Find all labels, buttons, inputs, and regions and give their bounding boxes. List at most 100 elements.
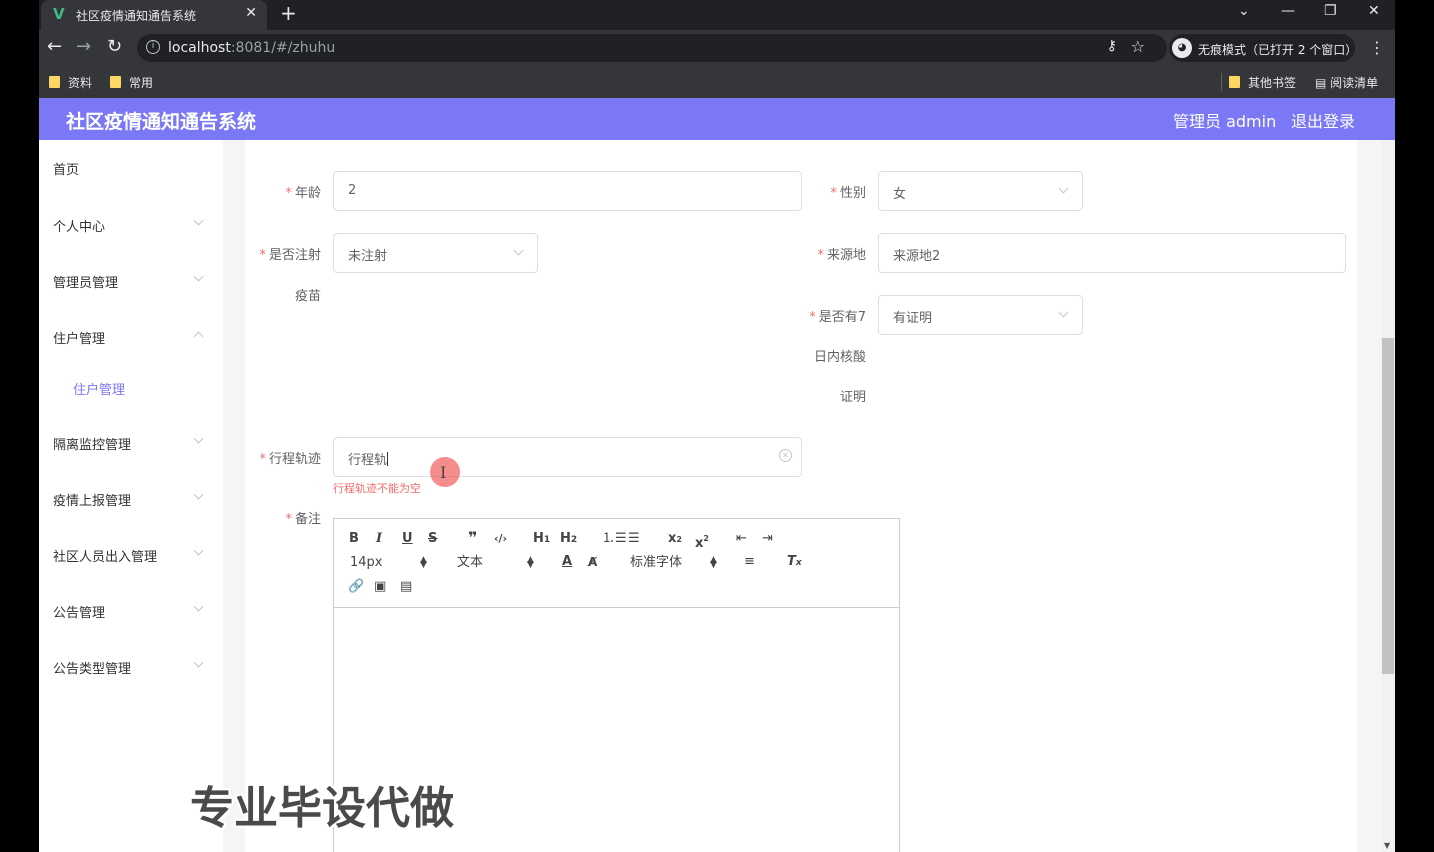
password-key-icon[interactable]: ⚷ bbox=[1107, 38, 1117, 54]
sidebar: 首页 个人中心 管理员管理 住户管理 住户管理 隔离监控管理 疫情上报管理 社区… bbox=[39, 140, 223, 852]
bookmark-star-icon[interactable]: ☆ bbox=[1131, 37, 1145, 56]
clear-format-icon[interactable]: Tx bbox=[787, 554, 802, 571]
age-label: * 年龄 bbox=[285, 186, 321, 201]
font-family-select[interactable]: 标准字体 bbox=[630, 555, 682, 571]
sidebar-item-resident-management[interactable]: 住户管理 bbox=[53, 328, 105, 347]
folder-icon bbox=[110, 76, 121, 88]
track-error-message: 行程轨迹不能为空 bbox=[333, 482, 421, 495]
vaccine-label-cont: 疫苗 bbox=[294, 289, 321, 304]
nucleic-test-select[interactable]: 有证明 bbox=[878, 295, 1083, 335]
incognito-indicator[interactable]: ◕ 无痕模式（已打开 2 个窗口） bbox=[1169, 34, 1357, 62]
app-title: 社区疫情通知通告系统 bbox=[66, 111, 257, 133]
link-icon[interactable]: 🔗 bbox=[348, 579, 364, 595]
sidebar-subitem-resident-management[interactable]: 住户管理 bbox=[73, 379, 125, 398]
sidebar-item-admin-management[interactable]: 管理员管理 bbox=[53, 272, 118, 291]
content-gutter-right bbox=[1357, 140, 1381, 852]
restore-icon[interactable]: ❐ bbox=[1324, 3, 1337, 19]
window-close-icon[interactable]: ✕ bbox=[1368, 3, 1380, 19]
app-header: 社区疫情通知通告系统 管理员 admin 退出登录 bbox=[39, 98, 1395, 140]
superscript-icon[interactable]: x2 bbox=[695, 531, 709, 552]
sidebar-item-personal-center[interactable]: 个人中心 bbox=[53, 216, 105, 235]
chevron-down-icon bbox=[1058, 307, 1069, 318]
sidebar-item-access-management[interactable]: 社区人员出入管理 bbox=[53, 546, 157, 565]
text-color-icon[interactable]: A bbox=[562, 554, 572, 570]
subscript-icon[interactable]: x2 bbox=[668, 531, 682, 548]
browser-window: V 社区疫情通知通告系统 ✕ + ⌄ — ❐ ✕ ← → ↻ i localho… bbox=[39, 0, 1395, 852]
editor-toolbar: B I U S ❞ ‹/› H1 H2 ⒈☰ ☰ x2 x2 ⇤ ⇥ 14px … bbox=[334, 519, 899, 608]
chevron-down-icon bbox=[513, 245, 524, 256]
vertical-scrollbar[interactable]: ▼ bbox=[1381, 140, 1395, 852]
select-arrows-icon: ▲ ▼ bbox=[527, 555, 534, 570]
ordered-list-icon[interactable]: ⒈☰ bbox=[602, 531, 627, 547]
sidebar-item-home[interactable]: 首页 bbox=[53, 159, 79, 178]
reading-list[interactable]: ▤ 阅读清单 bbox=[1315, 74, 1378, 91]
content-gutter bbox=[223, 140, 245, 852]
forward-icon[interactable]: → bbox=[76, 37, 91, 57]
image-icon[interactable]: ▣ bbox=[374, 579, 386, 595]
vaccine-select[interactable]: 未注射 bbox=[333, 233, 538, 273]
select-arrows-icon: ▲ ▼ bbox=[710, 555, 717, 570]
paragraph-select[interactable]: 文本 bbox=[457, 555, 483, 571]
back-icon[interactable]: ← bbox=[47, 37, 62, 57]
address-bar[interactable]: i localhost:8081/#/zhuhu ⚷ ☆ bbox=[137, 34, 1167, 62]
chevron-down-icon bbox=[193, 489, 204, 500]
background-color-icon[interactable]: A̸ bbox=[588, 554, 597, 570]
chevron-down-icon bbox=[193, 433, 204, 444]
current-user: 管理员 admin bbox=[1173, 112, 1277, 131]
vue-favicon-icon: V bbox=[53, 5, 65, 23]
sidebar-item-notice-management[interactable]: 公告管理 bbox=[53, 602, 105, 621]
chevron-up-icon bbox=[193, 331, 204, 342]
bold-icon[interactable]: B bbox=[349, 531, 359, 547]
folder-icon bbox=[1229, 76, 1240, 88]
gender-select[interactable]: 女 bbox=[878, 171, 1083, 211]
remark-label: * 备注 bbox=[285, 512, 321, 527]
chevron-down-icon bbox=[193, 215, 204, 226]
sidebar-item-isolation-monitoring[interactable]: 隔离监控管理 bbox=[53, 434, 131, 453]
origin-label: * 来源地 bbox=[817, 248, 866, 263]
close-tab-icon[interactable]: ✕ bbox=[245, 5, 257, 21]
clear-icon[interactable]: ✕ bbox=[779, 449, 792, 462]
align-icon[interactable]: ≡ bbox=[744, 554, 755, 570]
video-icon[interactable]: ▤ bbox=[400, 579, 412, 595]
bookmarks-bar: 资料 常用 其他书签 ▤ 阅读清单 bbox=[39, 66, 1395, 98]
heading2-icon[interactable]: H2 bbox=[560, 531, 577, 548]
sidebar-item-notice-type-management[interactable]: 公告类型管理 bbox=[53, 658, 131, 677]
new-tab-icon[interactable]: + bbox=[280, 1, 297, 25]
nucleic-test-label-cont: 日内核酸 bbox=[813, 350, 866, 365]
heading1-icon[interactable]: H1 bbox=[533, 531, 550, 548]
scroll-down-icon[interactable]: ▼ bbox=[1384, 841, 1390, 850]
track-input[interactable]: 行程轨 ✕ bbox=[333, 437, 802, 477]
scrollbar-thumb[interactable] bbox=[1382, 338, 1394, 674]
age-input[interactable]: 2 bbox=[333, 171, 802, 211]
site-info-icon[interactable]: i bbox=[146, 40, 160, 54]
chevron-down-icon bbox=[193, 271, 204, 282]
strikethrough-icon[interactable]: S bbox=[428, 531, 437, 547]
sidebar-item-epidemic-report[interactable]: 疫情上报管理 bbox=[53, 490, 131, 509]
tab-title: 社区疫情通知通告系统 bbox=[76, 9, 197, 23]
underline-icon[interactable]: U bbox=[402, 531, 413, 547]
bullet-list-icon[interactable]: ☰ bbox=[628, 531, 640, 547]
indent-icon[interactable]: ⇥ bbox=[762, 531, 773, 547]
logout-button[interactable]: 退出登录 bbox=[1291, 108, 1355, 132]
text-cursor-icon: I bbox=[440, 463, 447, 482]
outdent-icon[interactable]: ⇤ bbox=[736, 531, 747, 547]
font-size-select[interactable]: 14px bbox=[350, 555, 383, 571]
reload-icon[interactable]: ↻ bbox=[107, 37, 122, 57]
minimize-icon[interactable]: — bbox=[1281, 3, 1295, 19]
text-caret bbox=[387, 452, 389, 466]
url-text: localhost:8081/#/zhuhu bbox=[168, 40, 336, 56]
gender-label: * 性别 bbox=[830, 186, 866, 201]
italic-icon[interactable]: I bbox=[376, 531, 382, 547]
folder-icon bbox=[49, 76, 60, 88]
blockquote-icon[interactable]: ❞ bbox=[468, 530, 477, 546]
bookmark-folder-changyong[interactable]: 常用 bbox=[110, 74, 153, 91]
tab-search-icon[interactable]: ⌄ bbox=[1238, 3, 1250, 19]
browser-menu-icon[interactable]: ⋮ bbox=[1369, 38, 1385, 57]
origin-input[interactable]: 来源地2 bbox=[878, 233, 1346, 273]
browser-tab[interactable]: V 社区疫情通知通告系统 ✕ bbox=[41, 0, 267, 30]
code-icon[interactable]: ‹/› bbox=[494, 531, 507, 547]
nucleic-test-label: * 是否有7 bbox=[809, 310, 866, 325]
bookmark-folder-ziliao[interactable]: 资料 bbox=[49, 74, 92, 91]
watermark-text: 专业毕设代做 bbox=[190, 783, 454, 834]
other-bookmarks[interactable]: 其他书签 bbox=[1229, 74, 1296, 91]
